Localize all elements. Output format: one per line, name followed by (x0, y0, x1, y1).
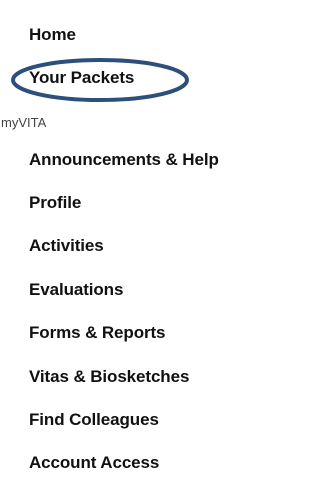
nav-item-evaluations[interactable]: Evaluations (29, 279, 123, 301)
nav-item-activities[interactable]: Activities (29, 235, 104, 257)
nav-item-forms-reports[interactable]: Forms & Reports (29, 322, 166, 344)
nav-item-home[interactable]: Home (29, 24, 76, 46)
nav-item-vitas-biosketches[interactable]: Vitas & Biosketches (29, 366, 189, 388)
section-label-myvita: myVITA (1, 115, 47, 130)
nav-item-find-colleagues[interactable]: Find Colleagues (29, 409, 159, 431)
sidebar-nav: Home Your Packets myVITA Announcements &… (0, 0, 265, 483)
nav-item-your-packets[interactable]: Your Packets (29, 67, 134, 89)
nav-item-profile[interactable]: Profile (29, 192, 81, 214)
nav-item-announcements-help[interactable]: Announcements & Help (29, 149, 219, 171)
nav-item-account-access[interactable]: Account Access (29, 452, 159, 474)
